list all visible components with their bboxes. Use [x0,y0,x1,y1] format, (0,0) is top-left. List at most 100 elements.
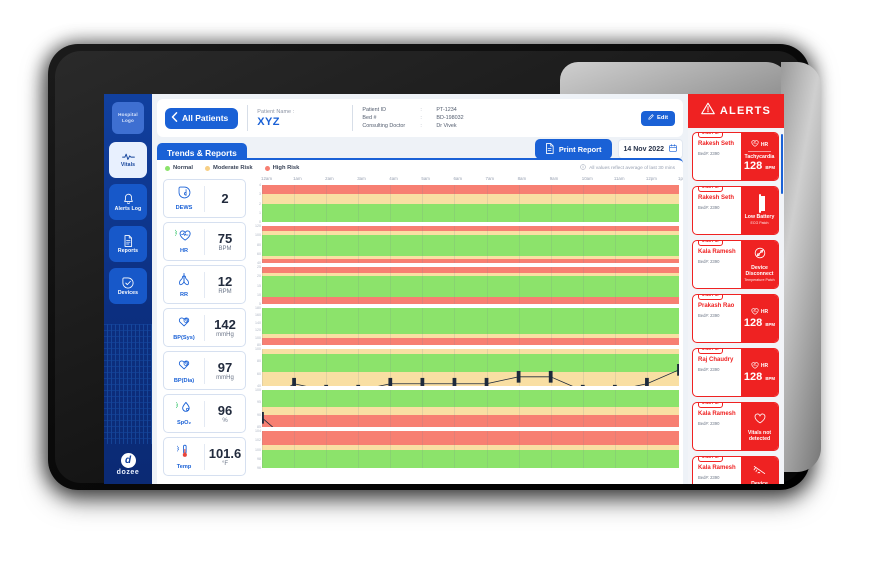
alert-patient: Raj Chaudry Bed#: 2390 [693,349,741,396]
vital-reading: 96% [205,404,245,424]
charts-column: 12am 1am 2am 3am 4am 5am 6am 7am 8am 9am 10am 11am 1… [249,176,683,484]
alert-patient-bed: Bed#: 2390 [698,366,720,372]
y-tick: 80 [257,359,261,364]
alert-card[interactable]: 3:14 PM Prakash Rao Bed#: 2390 HR 128 BPM [692,294,779,343]
sidebar-item-label: Devices [117,289,139,296]
time-tick: 6am [453,176,462,181]
vital-name: RR [179,291,189,298]
y-tick: 95 [257,400,261,405]
alert-patient-bed: Bed#: 2390 [698,204,720,210]
chart-rr[interactable]: 5 10 15 20 25 [249,265,679,306]
alert-card[interactable]: 3:14 PM Raj Chaudry Bed#: 2390 HR 128 BPM [692,348,779,397]
chart-spo2[interactable]: 85 90 95 100 [249,388,679,429]
divider [247,105,249,131]
vital-card-dews[interactable]: DEWS 2 [163,179,246,218]
time-tick: 2am [325,176,334,181]
vital-card-spo[interactable]: SpO₂ 96% [163,394,246,433]
y-tick: 20 [257,274,261,279]
tablet-bezel-side [781,62,821,472]
legend-item-moderate: Moderate Risk [204,165,253,171]
time-tick: 4am [389,176,398,181]
bp-icon [177,315,191,334]
vital-card-bp-dia[interactable]: BP(Dia) 97 mmHg [163,351,246,390]
alert-value-unit: BPM [765,375,776,381]
y-axis: 40 60 80 100 120 [249,224,262,265]
sidebar-item-alerts-log[interactable]: Alerts Log [109,184,147,220]
meta-value: PT-1234 [436,107,457,113]
vital-card-temp[interactable]: Temp 101.6 °F [163,437,246,476]
spo2-icon [174,401,193,419]
vital-reading: 142 mmHg [205,318,245,338]
chart-bp-dia[interactable]: 40 60 80 100 [249,347,679,388]
print-document-icon [545,142,554,156]
chart-temp[interactable]: 96 98 100 102 104 [249,429,679,470]
sidebar-item-label: Alerts Log [114,205,142,212]
meta-sep: : [420,107,422,113]
sidebar-item-reports[interactable]: Reports [109,226,147,262]
alert-time: 3:14 PM [698,133,723,138]
date-picker[interactable]: 14 Nov 2022 [617,139,683,159]
alerts-scrollbar[interactable] [781,134,783,194]
chart-hr[interactable]: 40 60 80 100 120 [249,224,679,265]
vital-value: 101.6 [208,445,242,461]
vital-card-bp-sys[interactable]: BP(Sys) 142 mmHg [163,308,246,347]
y-tick: 90 [257,412,261,417]
lungs-icon [177,272,191,291]
app-screen: Hospital Logo Vitals Alerts Log Reports [104,94,784,484]
alert-badge-label: HR [760,309,769,315]
vital-unit: RPM [218,288,232,295]
chart-bp-sys[interactable]: 80 100 120 140 160 180 [249,306,679,347]
vital-icon-block: DEWS [164,186,204,211]
vital-icon-block: BP(Sys) [164,315,204,341]
vital-value: 75 [217,230,233,246]
time-tick: 9am [549,176,559,181]
edit-button[interactable]: Edit [641,110,675,126]
legend-label: Moderate Risk [212,165,253,171]
vitals-and-charts: DEWS 2 HR 75 BPM RR 12 RPM BP(Sys) 142 mmHg BP(Dia)… [157,176,683,484]
alert-card[interactable]: 3:14 PM Rakesh Seth Bed#: 2390 Low Battery E… [692,186,779,235]
y-tick: 60 [257,251,261,256]
alert-card[interactable]: 3:14 PM Kala Ramesh Bed#: 2390 Device Disco… [692,240,779,289]
info-icon [580,164,586,172]
y-tick: 25 [257,265,261,269]
date-value: 14 Nov 2022 [623,145,664,153]
vital-icon-block: SpO₂ [164,401,204,426]
alert-value-number: 128 [743,316,763,329]
heart-icon [751,140,759,149]
trend-line [262,267,679,304]
sidebar-item-vitals[interactable]: Vitals [109,142,147,178]
all-patients-button[interactable]: All Patients [165,107,239,129]
vital-reading: 75 BPM [205,232,245,252]
vital-unit: % [222,417,228,424]
alert-card[interactable]: 3:14 PM Rakesh Seth Bed#: 2390 HR Tachycardi… [692,132,779,181]
device-disconnect-icon [754,246,766,264]
y-axis: 01234 [249,183,262,224]
meta-key: Patient ID [362,107,387,113]
alert-card[interactable]: 3:14 PM Kala Ramesh Bed#: 2390 Device Offli… [692,456,779,484]
averaging-note: All values reflect average of last 30 mi… [580,164,675,172]
alert-badge: HR [751,307,769,317]
vital-card-hr[interactable]: HR 75 BPM [163,222,246,261]
alert-patient: Prakash Rao Bed#: 2390 [693,295,741,342]
y-tick: 96 [257,466,261,470]
legend-dot [165,165,170,171]
alerts-list: 3:14 PM Rakesh Seth Bed#: 2390 HR Tachycardi… [688,128,784,484]
legend-item-high: High Risk [264,165,299,171]
meta-sep: : [420,115,422,121]
vital-unit: mmHg [216,374,234,381]
alert-card[interactable]: 3:14 PM Kala Ramesh Bed#: 2390 Vitals not d… [692,402,779,451]
plot-area [262,226,679,263]
alert-body: Device Disconnect Temperature Patch [741,241,778,288]
vital-icon-block: BP(Dia) [164,358,204,384]
sidebar-item-devices[interactable]: Devices [109,268,147,304]
print-report-button[interactable]: Print Report [534,139,612,159]
alert-badge: HR [751,140,768,149]
legend-item-normal: Normal [165,165,193,171]
chart-dews[interactable]: 01234 [249,183,679,224]
alert-patient-bed: Bed#: 2390 [698,474,720,480]
alert-patient-name: Kala Ramesh [698,411,736,417]
alert-time: 3:14 PM [698,241,723,246]
heart-icon [751,361,759,371]
alert-patient-bed: Bed#: 2390 [698,312,720,318]
vital-card-rr[interactable]: RR 12 RPM [163,265,246,304]
